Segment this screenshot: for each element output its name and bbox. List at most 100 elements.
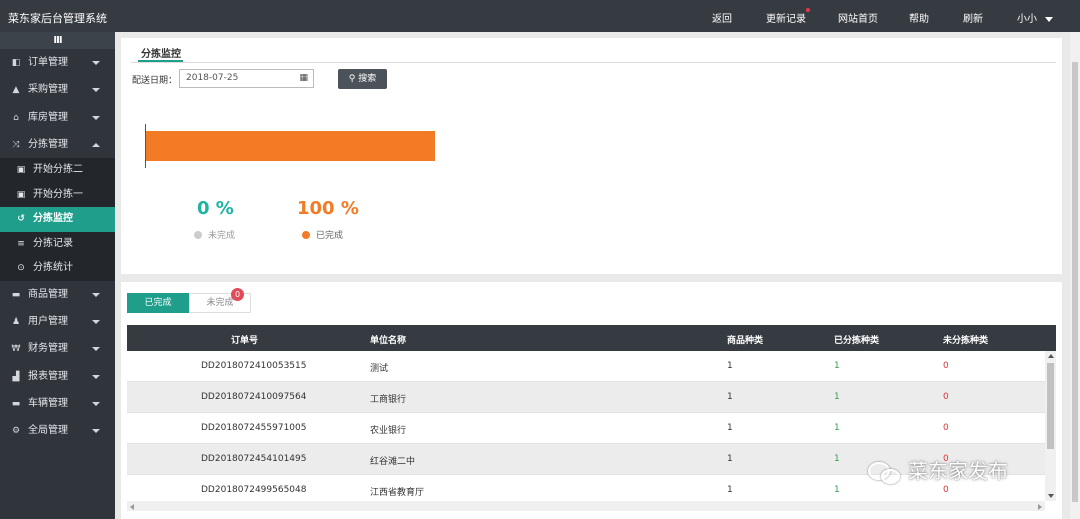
sidebar-subitem-4[interactable]: ⊙ 分拣统计: [0, 256, 115, 281]
sorted-kinds-cell: 1: [834, 392, 840, 402]
product-kinds-cell: 1: [727, 485, 733, 495]
product-kinds-cell: 1: [727, 423, 733, 433]
search-button[interactable]: ⚲ 搜索: [338, 69, 387, 89]
car-icon: ▬: [11, 398, 21, 409]
sidebar-item-15[interactable]: ⚙ 全局管理: [0, 417, 115, 444]
legend-pending-label: 未完成: [208, 231, 236, 241]
sidebar-item-1[interactable]: ▲ 采购管理: [0, 76, 115, 103]
chevron-down-icon: [92, 292, 100, 297]
sidebar: III ◧ 订单管理 ▲ 采购管理 ⌂ 库房管理 ⤨ 分拣管理 ▣ 开始分拣二 ▣ 开始分拣一 ↺ 分拣…: [0, 32, 115, 519]
sidebar-subitem-2[interactable]: ↺ 分拣监控: [0, 207, 115, 232]
page-scrollbar[interactable]: [1070, 32, 1080, 519]
unsorted-kinds-cell: 0: [943, 392, 949, 402]
square-play-icon: ▣: [16, 165, 26, 176]
notification-dot: [806, 8, 810, 12]
sidebar-menu-bottom: ▬ 商品管理 ♟ 用户管理 ₩ 财务管理 ▟ 报表管理 ▬ 车辆管理 ⚙ 全局管理: [0, 281, 115, 445]
nav-help-link[interactable]: 帮助: [909, 10, 929, 25]
unit-name-cell: 工商银行: [370, 395, 407, 405]
col-unsorted-kinds: 未分拣种类: [943, 336, 989, 346]
sorted-kinds-cell: 1: [834, 361, 840, 371]
done-percent: 100 %: [297, 198, 359, 219]
orders-table: 订单号 单位名称 商品种类 已分拣种类 未分拣种类 DD201807241005…: [127, 325, 1056, 519]
table-row[interactable]: DD2018072410097564 工商银行 1 1 0: [127, 382, 1045, 413]
sidebar-item-3[interactable]: ⤨ 分拣管理: [0, 131, 115, 158]
chevron-down-icon: [1045, 16, 1053, 22]
search-icon: ⚲: [348, 74, 359, 84]
delivery-date-label: 配送日期：: [132, 76, 178, 86]
page-scrollbar-thumb[interactable]: [1072, 62, 1078, 502]
unit-name-cell: 农业银行: [370, 426, 407, 436]
sidebar-subitem-label: 开始分拣一: [33, 188, 83, 200]
scroll-right-icon[interactable]: [1038, 504, 1042, 510]
product-kinds-cell: 1: [727, 361, 733, 371]
sidebar-item-11[interactable]: ♟ 用户管理: [0, 308, 115, 335]
order-id-cell: DD2018072455971005: [201, 423, 307, 433]
unit-name-cell: 测试: [370, 364, 389, 374]
unit-name-cell: 红谷滩二中: [370, 457, 416, 467]
chevron-down-icon: [92, 347, 100, 352]
scroll-up-icon[interactable]: [1048, 354, 1054, 358]
square-play-icon: ▣: [16, 189, 26, 200]
tab-completed[interactable]: 已完成: [127, 293, 189, 313]
sidebar-item-label: 车辆管理: [28, 397, 68, 409]
col-unit-name: 单位名称: [370, 336, 407, 346]
shuffle-icon: ⤨: [12, 139, 20, 150]
delivery-date-value: 2018-07-25: [186, 73, 239, 83]
scroll-left-icon[interactable]: [130, 504, 134, 510]
sidebar-item-14[interactable]: ▬ 车辆管理: [0, 390, 115, 417]
delivery-date-input[interactable]: 2018-07-25 ▦: [179, 69, 314, 88]
wechat-icon: [868, 460, 902, 486]
sidebar-subitem-label: 分拣统计: [33, 262, 73, 274]
user-menu[interactable]: 小小: [1017, 10, 1053, 25]
table-header: 订单号 单位名称 商品种类 已分拣种类 未分拣种类: [127, 325, 1056, 351]
sidebar-collapse-button[interactable]: III: [0, 32, 115, 49]
target-icon: ⊙: [17, 263, 25, 274]
area-chart-icon: ▟: [12, 371, 20, 382]
sidebar-item-13[interactable]: ▟ 报表管理: [0, 363, 115, 390]
nav-back-link[interactable]: 返回: [712, 10, 732, 25]
user-name: 小小: [1017, 14, 1037, 25]
nav-home-link[interactable]: 网站首页: [838, 10, 878, 25]
table-vertical-scrollbar[interactable]: [1045, 351, 1056, 501]
shopping-bag-icon: ▲: [12, 85, 20, 96]
scrollbar-thumb[interactable]: [1047, 363, 1054, 449]
order-id-cell: DD2018072454101495: [201, 454, 307, 464]
scroll-down-icon[interactable]: [1048, 494, 1054, 498]
chevron-down-icon: [92, 61, 100, 65]
sidebar-subitem-0[interactable]: ▣ 开始分拣二: [0, 158, 115, 183]
calendar-icon[interactable]: ▦: [299, 70, 308, 87]
chevron-down-icon: [92, 429, 100, 434]
app-title: 菜东家后台管理系统: [8, 12, 107, 25]
watermark: 菜东家发布: [868, 455, 1008, 486]
car-icon: ▬: [11, 289, 21, 300]
sidebar-subitem-3[interactable]: ≡ 分拣记录: [0, 232, 115, 257]
table-row[interactable]: DD2018072410053515 测试 1 1 0: [127, 351, 1045, 382]
unit-name-cell: 江西省教育厅: [370, 488, 425, 498]
sidebar-subitem-1[interactable]: ▣ 开始分拣一: [0, 183, 115, 208]
bank-icon: ⌂: [13, 112, 19, 123]
sidebar-item-0[interactable]: ◧ 订单管理: [0, 49, 115, 76]
sidebar-menu-top: ◧ 订单管理 ▲ 采购管理 ⌂ 库房管理 ⤨ 分拣管理: [0, 49, 115, 158]
sidebar-item-2[interactable]: ⌂ 库房管理: [0, 104, 115, 131]
table-horizontal-scrollbar[interactable]: [127, 501, 1045, 511]
sorting-monitor-panel: 分拣监控 配送日期： 2018-07-25 ▦ ⚲ 搜索 0 % 100 % 未…: [121, 38, 1062, 274]
nav-refresh-link[interactable]: 刷新: [963, 10, 983, 25]
sidebar-item-label: 商品管理: [28, 288, 68, 300]
sidebar-item-label: 库房管理: [28, 111, 68, 123]
nav-update-log-label: 更新记录: [766, 14, 806, 25]
chevron-up-icon: [92, 142, 100, 147]
yen-icon: ₩: [11, 344, 21, 355]
tab-sorting-monitor[interactable]: 分拣监控: [141, 45, 181, 60]
legend-done-dot: [302, 231, 310, 239]
sidebar-subitem-label: 开始分拣二: [33, 164, 83, 176]
sidebar-item-label: 采购管理: [28, 84, 68, 96]
pending-count-badge: 0: [231, 288, 244, 301]
table-row[interactable]: DD2018072455971005 农业银行 1 1 0: [127, 413, 1045, 444]
sidebar-item-12[interactable]: ₩ 财务管理: [0, 335, 115, 362]
sidebar-item-10[interactable]: ▬ 商品管理: [0, 281, 115, 308]
users-icon: ♟: [11, 316, 21, 327]
sidebar-subitem-label: 分拣监控: [33, 213, 73, 225]
nav-update-log-link[interactable]: 更新记录: [766, 8, 810, 25]
col-order-id: 订单号: [231, 336, 259, 346]
chevron-down-icon: [92, 115, 100, 120]
